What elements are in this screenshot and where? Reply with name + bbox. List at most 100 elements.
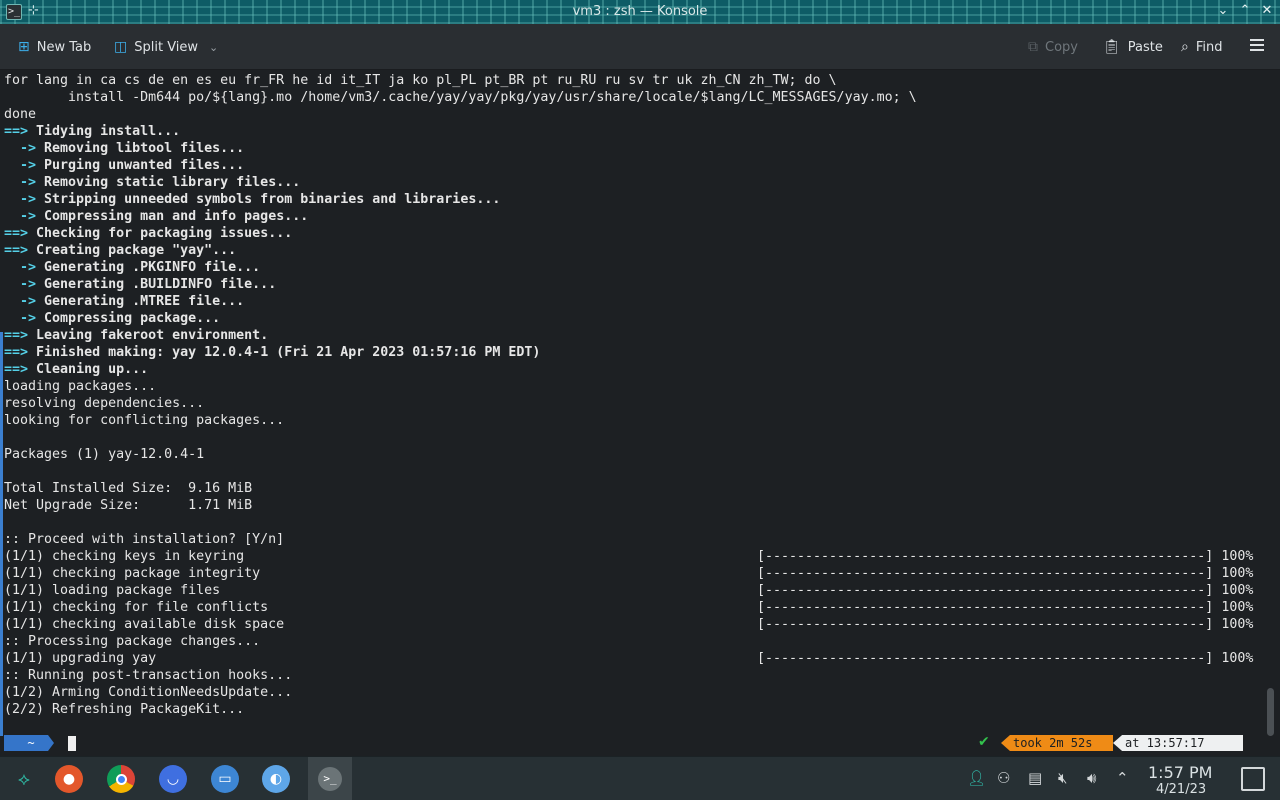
window-titlebar[interactable]: >_ ⊹ vm3 : zsh — Konsole ⌄ ⌃ ✕ bbox=[0, 0, 1280, 24]
terminal-line: -> Compressing package... bbox=[4, 310, 917, 327]
terminal-line: :: Running post-transaction hooks... bbox=[4, 667, 917, 684]
copy-label: Copy bbox=[1045, 39, 1078, 55]
line-marker: -> bbox=[4, 175, 37, 190]
success-check-icon: ✔ bbox=[978, 734, 990, 750]
user-icon[interactable]: 👤︎ bbox=[967, 769, 986, 787]
muted-icon[interactable]: 🔇︎ bbox=[1058, 769, 1067, 787]
konsole-toolbar: ⊞ New Tab ◫ Split View ⌄ ⧉ Copy 📋︎ Paste… bbox=[0, 24, 1280, 70]
terminal-line: Total Installed Size: 9.16 MiB bbox=[4, 480, 917, 497]
file-manager-icon[interactable]: ▭ bbox=[211, 765, 239, 793]
terminal-line: Net Upgrade Size: 1.71 MiB bbox=[4, 497, 917, 514]
line-text: Stripping unneeded symbols from binaries… bbox=[36, 192, 501, 207]
terminal-view[interactable]: for lang in ca cs de en es eu fr_FR he i… bbox=[0, 70, 1280, 756]
prompt-time: at 13:57:17 bbox=[1113, 735, 1243, 751]
volume-icon[interactable]: 🔊︎ bbox=[1087, 769, 1096, 787]
line-marker: ==> bbox=[4, 226, 29, 241]
terminal-line: (2/2) Refreshing PackageKit... bbox=[4, 701, 917, 718]
terminal-line: install -Dm644 po/${lang}.mo /home/vm3/.… bbox=[4, 89, 917, 106]
terminal-line: -> Compressing man and info pages... bbox=[4, 208, 917, 225]
konsole-task[interactable]: >_ bbox=[308, 757, 352, 800]
line-text: looking for conflicting packages... bbox=[4, 413, 285, 428]
minimize-icon[interactable]: ⌄ bbox=[1214, 3, 1232, 18]
terminal-line: -> Generating .PKGINFO file... bbox=[4, 259, 917, 276]
chevron-down-icon: ⌄ bbox=[209, 40, 219, 54]
find-button[interactable]: ⌕ Find bbox=[1181, 37, 1222, 57]
window-title: vm3 : zsh — Konsole bbox=[572, 4, 708, 19]
system-settings-icon[interactable]: ◐ bbox=[262, 765, 290, 793]
line-text: (1/1) upgrading yay bbox=[4, 651, 157, 666]
line-text: :: Processing package changes... bbox=[4, 634, 261, 649]
show-desktop-icon[interactable] bbox=[1241, 767, 1265, 791]
line-text: Packages (1) yay-12.0.4-1 bbox=[4, 447, 205, 462]
paste-button[interactable]: 📋︎ Paste bbox=[1103, 37, 1163, 57]
close-icon[interactable]: ✕ bbox=[1258, 3, 1276, 18]
terminal-line: (1/2) Arming ConditionNeedsUpdate... bbox=[4, 684, 917, 701]
line-marker: ==> bbox=[4, 328, 29, 343]
line-marker: -> bbox=[4, 141, 37, 156]
paste-icon: 📋︎ bbox=[1103, 39, 1121, 55]
split-view-button[interactable]: ◫ Split View ⌄ bbox=[114, 37, 218, 57]
app-launcher-icon[interactable]: ⟡ bbox=[10, 765, 38, 793]
line-text: Compressing package... bbox=[36, 311, 221, 326]
konsole-icon: >_ bbox=[318, 767, 342, 791]
line-text: resolving dependencies... bbox=[4, 396, 205, 411]
split-view-label: Split View bbox=[134, 39, 199, 55]
terminal-line: resolving dependencies... bbox=[4, 395, 917, 412]
chevron-up-icon[interactable]: ⌃ bbox=[1116, 769, 1129, 787]
terminal-line: ==> Checking for packaging issues... bbox=[4, 225, 917, 242]
line-text: Checking for packaging issues... bbox=[28, 226, 293, 241]
copy-icon: ⧉ bbox=[1028, 39, 1038, 55]
terminal-line: -> Removing libtool files... bbox=[4, 140, 917, 157]
terminal-line: loading packages... bbox=[4, 378, 917, 395]
prompt-dir-segment: ~ bbox=[4, 735, 54, 751]
terminal-line: -> Generating .MTREE file... bbox=[4, 293, 917, 310]
terminal-line: ==> Finished making: yay 12.0.4-1 (Fri 2… bbox=[4, 344, 917, 361]
firefox-icon[interactable]: ● bbox=[55, 765, 83, 793]
clipboard-icon[interactable]: ▤ bbox=[1028, 769, 1042, 787]
new-tab-button[interactable]: ⊞ New Tab bbox=[18, 37, 91, 57]
prompt-dir: ~ bbox=[27, 736, 35, 750]
line-text: install -Dm644 po/${lang}.mo /home/vm3/.… bbox=[4, 90, 917, 105]
line-text: Cleaning up... bbox=[28, 362, 149, 377]
line-text: (1/1) checking keys in keyring bbox=[4, 549, 245, 564]
line-text: Purging unwanted files... bbox=[36, 158, 245, 173]
terminal-scrollbar[interactable] bbox=[1267, 688, 1274, 736]
hamburger-menu-icon[interactable] bbox=[1250, 39, 1264, 51]
terminal-line: Packages (1) yay-12.0.4-1 bbox=[4, 446, 917, 463]
chrome-icon[interactable] bbox=[107, 765, 135, 793]
terminal-line: :: Processing package changes... bbox=[4, 633, 917, 650]
line-text: (1/2) Arming ConditionNeedsUpdate... bbox=[4, 685, 293, 700]
shell-prompt[interactable]: ~ ✔ took 2m 52s at 13:57:17 bbox=[0, 734, 1280, 752]
clock-date[interactable]: 4/21/23 bbox=[1156, 782, 1206, 797]
progress-bar: [---------------------------------------… bbox=[757, 617, 1254, 632]
line-marker: -> bbox=[4, 277, 37, 292]
taskbar: ⟡ ● ◡ ▭ ◐ >_ 👤︎ ⚇ ▤ 🔇︎ 🔊︎ ⌃ 1:57 PM 4/21… bbox=[0, 756, 1280, 800]
line-text: for lang in ca cs de en es eu fr_FR he i… bbox=[4, 73, 837, 88]
discover-icon[interactable]: ◡ bbox=[159, 765, 187, 793]
line-text: :: Proceed with installation? [Y/n] bbox=[4, 532, 285, 547]
line-text: Creating package "yay"... bbox=[28, 243, 237, 258]
paste-label: Paste bbox=[1127, 39, 1163, 55]
line-text: (1/1) checking package integrity bbox=[4, 566, 261, 581]
copy-button[interactable]: ⧉ Copy bbox=[1028, 37, 1078, 57]
output-marker bbox=[0, 332, 3, 736]
line-marker: ==> bbox=[4, 345, 29, 360]
line-text: (2/2) Refreshing PackageKit... bbox=[4, 702, 245, 717]
progress-bar: [---------------------------------------… bbox=[757, 549, 1254, 564]
search-icon: ⌕ bbox=[1181, 39, 1189, 55]
terminal-line: :: Proceed with installation? [Y/n] bbox=[4, 531, 917, 548]
clock-time[interactable]: 1:57 PM bbox=[1148, 763, 1212, 782]
line-marker: -> bbox=[4, 158, 37, 173]
line-text: Leaving fakeroot environment. bbox=[28, 328, 269, 343]
terminal-line: ==> Cleaning up... bbox=[4, 361, 917, 378]
user-switch-icon[interactable]: ⚇ bbox=[997, 769, 1010, 787]
line-text: Removing static library files... bbox=[36, 175, 301, 190]
terminal-line: looking for conflicting packages... bbox=[4, 412, 917, 429]
terminal-line: -> Purging unwanted files... bbox=[4, 157, 917, 174]
screen: >_ ⊹ vm3 : zsh — Konsole ⌄ ⌃ ✕ ⊞ New Tab… bbox=[0, 0, 1280, 800]
maximize-icon[interactable]: ⌃ bbox=[1236, 3, 1254, 18]
line-marker: ==> bbox=[4, 124, 29, 139]
